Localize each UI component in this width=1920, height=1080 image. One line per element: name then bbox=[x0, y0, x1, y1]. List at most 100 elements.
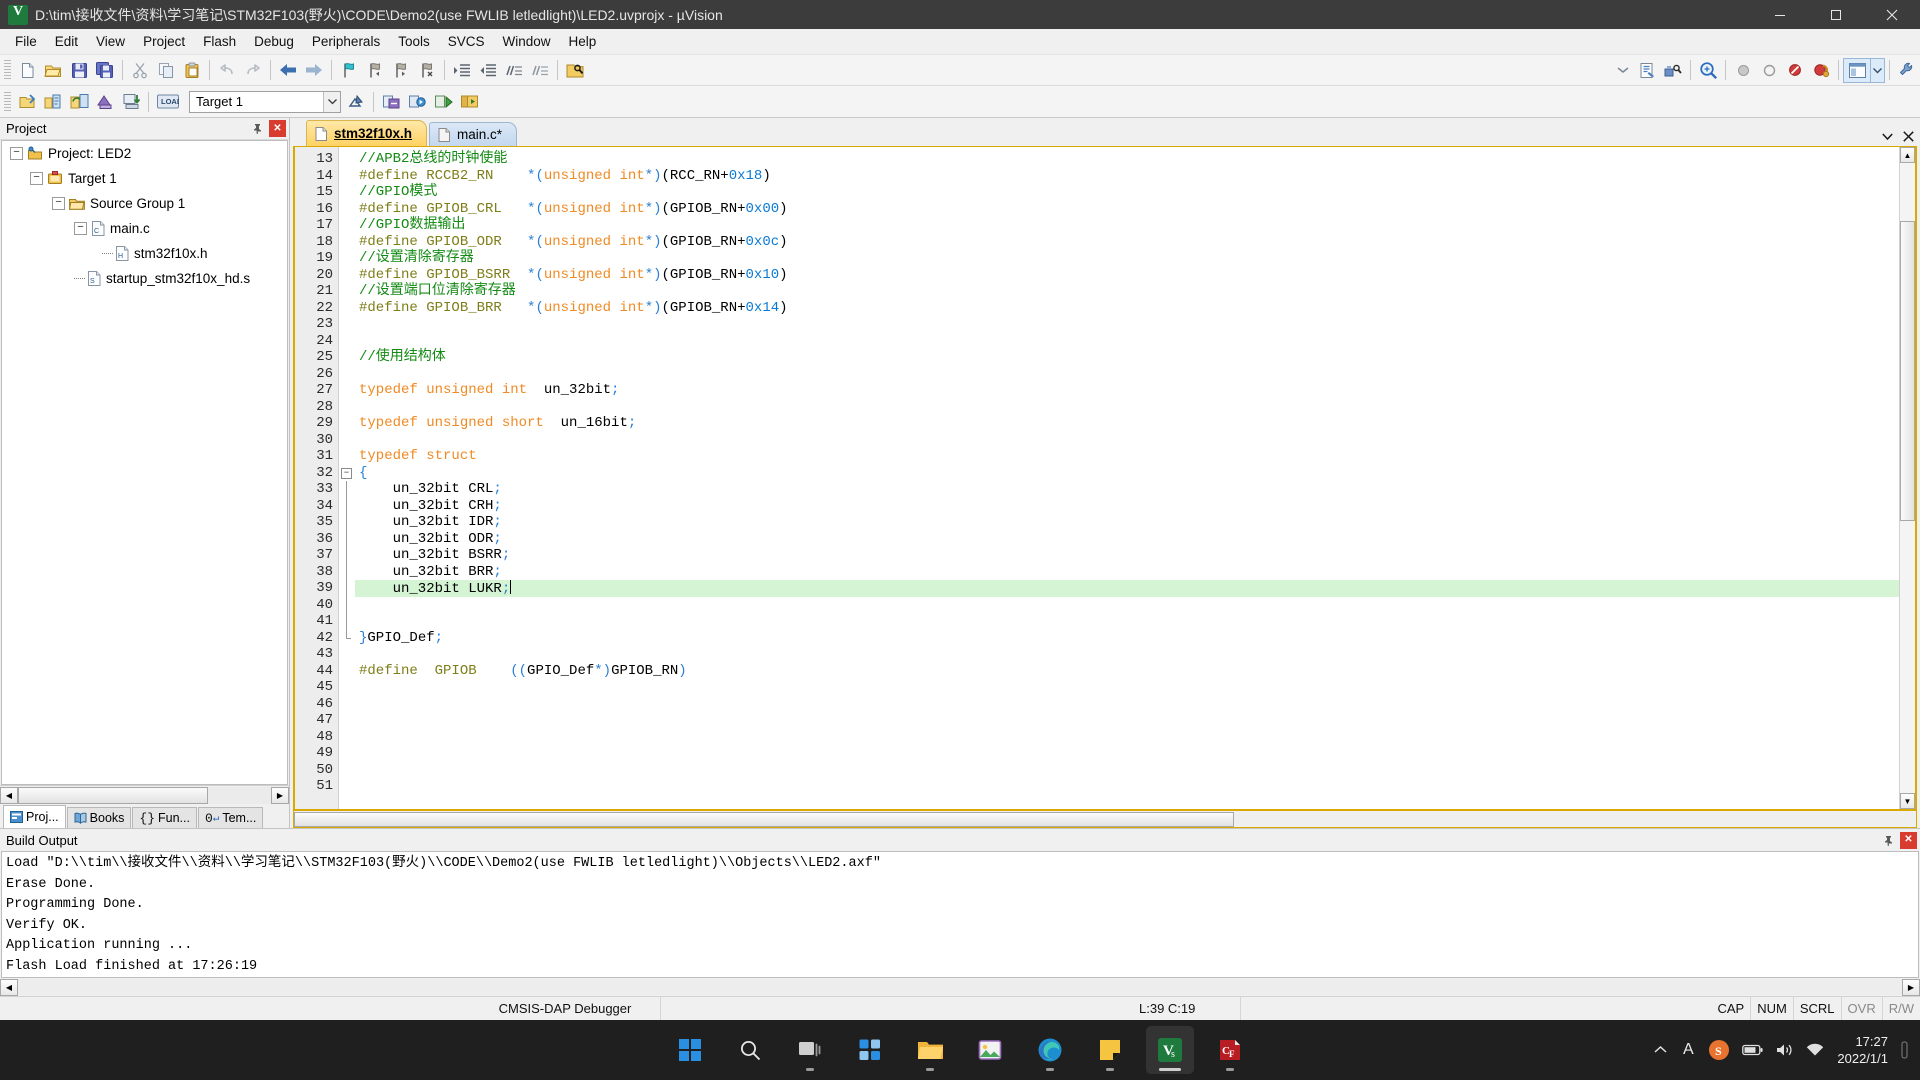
sticky-notes-icon[interactable] bbox=[1086, 1026, 1134, 1074]
code-hscrollbar[interactable] bbox=[293, 811, 1917, 828]
manage-components-icon[interactable] bbox=[343, 89, 369, 114]
hscroll-thumb[interactable] bbox=[18, 786, 208, 804]
project-tree[interactable]: − Project: LED2 − Target 1 − Source Grou… bbox=[1, 140, 288, 785]
code-line[interactable]: #define GPIOB_BRR *(unsigned int*)(GPIOB… bbox=[355, 300, 1899, 317]
menu-flash[interactable]: Flash bbox=[194, 31, 245, 52]
menu-peripherals[interactable]: Peripherals bbox=[303, 31, 389, 52]
code-line[interactable]: typedef struct bbox=[355, 448, 1899, 465]
code-line[interactable]: //设置端口位清除寄存器 bbox=[355, 283, 1899, 300]
code-line-current[interactable]: un_32bit LUKR; bbox=[355, 580, 1899, 597]
code-hscroll-track[interactable] bbox=[294, 811, 1916, 827]
sogou-ime-icon[interactable]: S bbox=[1703, 1026, 1735, 1074]
code-line[interactable]: un_32bit CRL; bbox=[355, 481, 1899, 498]
pin-icon[interactable] bbox=[1880, 832, 1897, 849]
code-line[interactable] bbox=[355, 613, 1899, 630]
rebuild-icon[interactable] bbox=[66, 89, 92, 114]
fold-collapse-icon[interactable]: − bbox=[341, 467, 352, 479]
navigate-back-icon[interactable] bbox=[275, 58, 301, 83]
panel-tab-templates[interactable]: 0 ↵ Tem... bbox=[197, 807, 264, 828]
code-line[interactable] bbox=[355, 729, 1899, 746]
navigate-forward-icon[interactable] bbox=[301, 58, 327, 83]
uncomment-icon[interactable] bbox=[527, 58, 553, 83]
save-all-icon[interactable] bbox=[92, 58, 118, 83]
taskbar-clock[interactable]: 17:27 2022/1/1 bbox=[1831, 1033, 1896, 1067]
code-line[interactable]: #define GPIOB_BSRR *(unsigned int*)(GPIO… bbox=[355, 267, 1899, 284]
cfree-app-icon[interactable]: CF bbox=[1206, 1026, 1254, 1074]
target-options-icon[interactable]: LOAD bbox=[153, 89, 183, 114]
target-combo[interactable]: Target 1 bbox=[189, 90, 341, 113]
code-line[interactable]: //使用结构体 bbox=[355, 349, 1899, 366]
tree-item-source-group[interactable]: − Source Group 1 bbox=[2, 191, 287, 216]
configure-icon[interactable] bbox=[1634, 58, 1660, 83]
code-text-area[interactable]: //APB2总线的时钟使能 #define RCCB2_RN *(unsigned… bbox=[355, 147, 1899, 809]
menu-tools[interactable]: Tools bbox=[389, 31, 439, 52]
build-output-text[interactable]: Load "D:\\tim\\接收文件\\资料\\学习笔记\\STM32F103… bbox=[1, 851, 1919, 978]
tree-item-project[interactable]: − Project: LED2 bbox=[2, 141, 287, 166]
code-editor[interactable]: 13 14 15 16 17 18 19 20 21 22 23 24 25 26 27 28 29 30 31 32… bbox=[293, 146, 1917, 811]
code-line[interactable] bbox=[355, 778, 1899, 795]
code-line[interactable] bbox=[355, 366, 1899, 383]
comment-icon[interactable] bbox=[501, 58, 527, 83]
scroll-left-icon[interactable]: ◀ bbox=[0, 978, 18, 996]
close-button[interactable] bbox=[1864, 0, 1920, 29]
code-line[interactable]: { bbox=[355, 465, 1899, 482]
maximize-button[interactable] bbox=[1808, 0, 1864, 29]
bookmark-toggle-icon[interactable] bbox=[336, 58, 362, 83]
pin-icon[interactable] bbox=[249, 120, 266, 137]
project-window-icon[interactable] bbox=[456, 89, 482, 114]
code-line[interactable] bbox=[355, 712, 1899, 729]
code-line[interactable] bbox=[355, 696, 1899, 713]
panel-tab-project[interactable]: Proj... bbox=[3, 805, 66, 828]
build-output-hscrollbar[interactable]: ◀ ▶ bbox=[0, 978, 1920, 996]
start-button-icon[interactable] bbox=[666, 1026, 714, 1074]
download-icon[interactable] bbox=[118, 89, 144, 114]
indent-icon[interactable] bbox=[449, 58, 475, 83]
code-line[interactable]: #define GPIOB ((GPIO_Def*)GPIOB_RN) bbox=[355, 663, 1899, 680]
toolbar-grip[interactable] bbox=[4, 60, 11, 80]
scroll-left-icon[interactable]: ◀ bbox=[0, 786, 18, 804]
menu-help[interactable]: Help bbox=[560, 31, 606, 52]
expander-source-group[interactable]: − bbox=[52, 197, 65, 210]
bookmark-clear-icon[interactable] bbox=[414, 58, 440, 83]
cut-icon[interactable] bbox=[127, 58, 153, 83]
window-layout-icon[interactable] bbox=[1843, 57, 1871, 83]
task-view-icon[interactable] bbox=[786, 1026, 834, 1074]
doc-tab-main-c[interactable]: main.c* bbox=[429, 122, 518, 146]
tab-close-icon[interactable] bbox=[1903, 131, 1914, 142]
minimize-button[interactable] bbox=[1752, 0, 1808, 29]
build-icon[interactable] bbox=[40, 89, 66, 114]
menu-file[interactable]: File bbox=[6, 31, 46, 52]
tree-item-stm32f10x-h[interactable]: H stm32f10x.h bbox=[2, 241, 287, 266]
run-to-icon[interactable] bbox=[430, 89, 456, 114]
tree-item-startup-s[interactable]: S startup_stm32f10x_hd.s bbox=[2, 266, 287, 291]
code-line[interactable]: un_32bit BSRR; bbox=[355, 547, 1899, 564]
code-line[interactable]: #define GPIOB_CRL *(unsigned int*)(GPIOB… bbox=[355, 201, 1899, 218]
expander-target[interactable]: − bbox=[30, 172, 43, 185]
toolbar-grip[interactable] bbox=[4, 91, 11, 112]
search-icon[interactable] bbox=[726, 1026, 774, 1074]
code-line[interactable]: un_32bit CRH; bbox=[355, 498, 1899, 515]
save-icon[interactable] bbox=[66, 58, 92, 83]
outdent-icon[interactable] bbox=[475, 58, 501, 83]
code-line[interactable]: typedef unsigned int un_32bit; bbox=[355, 382, 1899, 399]
menu-svcs[interactable]: SVCS bbox=[439, 31, 494, 52]
bookmark-next-icon[interactable] bbox=[388, 58, 414, 83]
tree-item-main-c[interactable]: − C main.c bbox=[2, 216, 287, 241]
network-icon[interactable] bbox=[1801, 1026, 1829, 1074]
code-line[interactable]: }GPIO_Def; bbox=[355, 630, 1899, 647]
code-vscrollbar[interactable]: ▲ ▼ bbox=[1899, 147, 1915, 809]
code-line[interactable] bbox=[355, 679, 1899, 696]
menu-edit[interactable]: Edit bbox=[46, 31, 87, 52]
code-line[interactable]: typedef unsigned short un_16bit; bbox=[355, 415, 1899, 432]
menu-view[interactable]: View bbox=[87, 31, 134, 52]
chevron-up-icon[interactable] bbox=[1647, 1026, 1673, 1074]
menu-window[interactable]: Window bbox=[493, 31, 559, 52]
code-line[interactable]: un_32bit ODR; bbox=[355, 531, 1899, 548]
code-line[interactable]: un_32bit IDR; bbox=[355, 514, 1899, 531]
scroll-right-icon[interactable]: ▶ bbox=[1902, 978, 1920, 996]
code-line[interactable]: //设置清除寄存器 bbox=[355, 250, 1899, 267]
scroll-down-icon[interactable]: ▼ bbox=[1900, 793, 1915, 809]
find-in-files-icon[interactable] bbox=[562, 58, 588, 83]
close-icon[interactable]: ✕ bbox=[269, 120, 286, 137]
pack-installer-icon[interactable] bbox=[378, 89, 404, 114]
